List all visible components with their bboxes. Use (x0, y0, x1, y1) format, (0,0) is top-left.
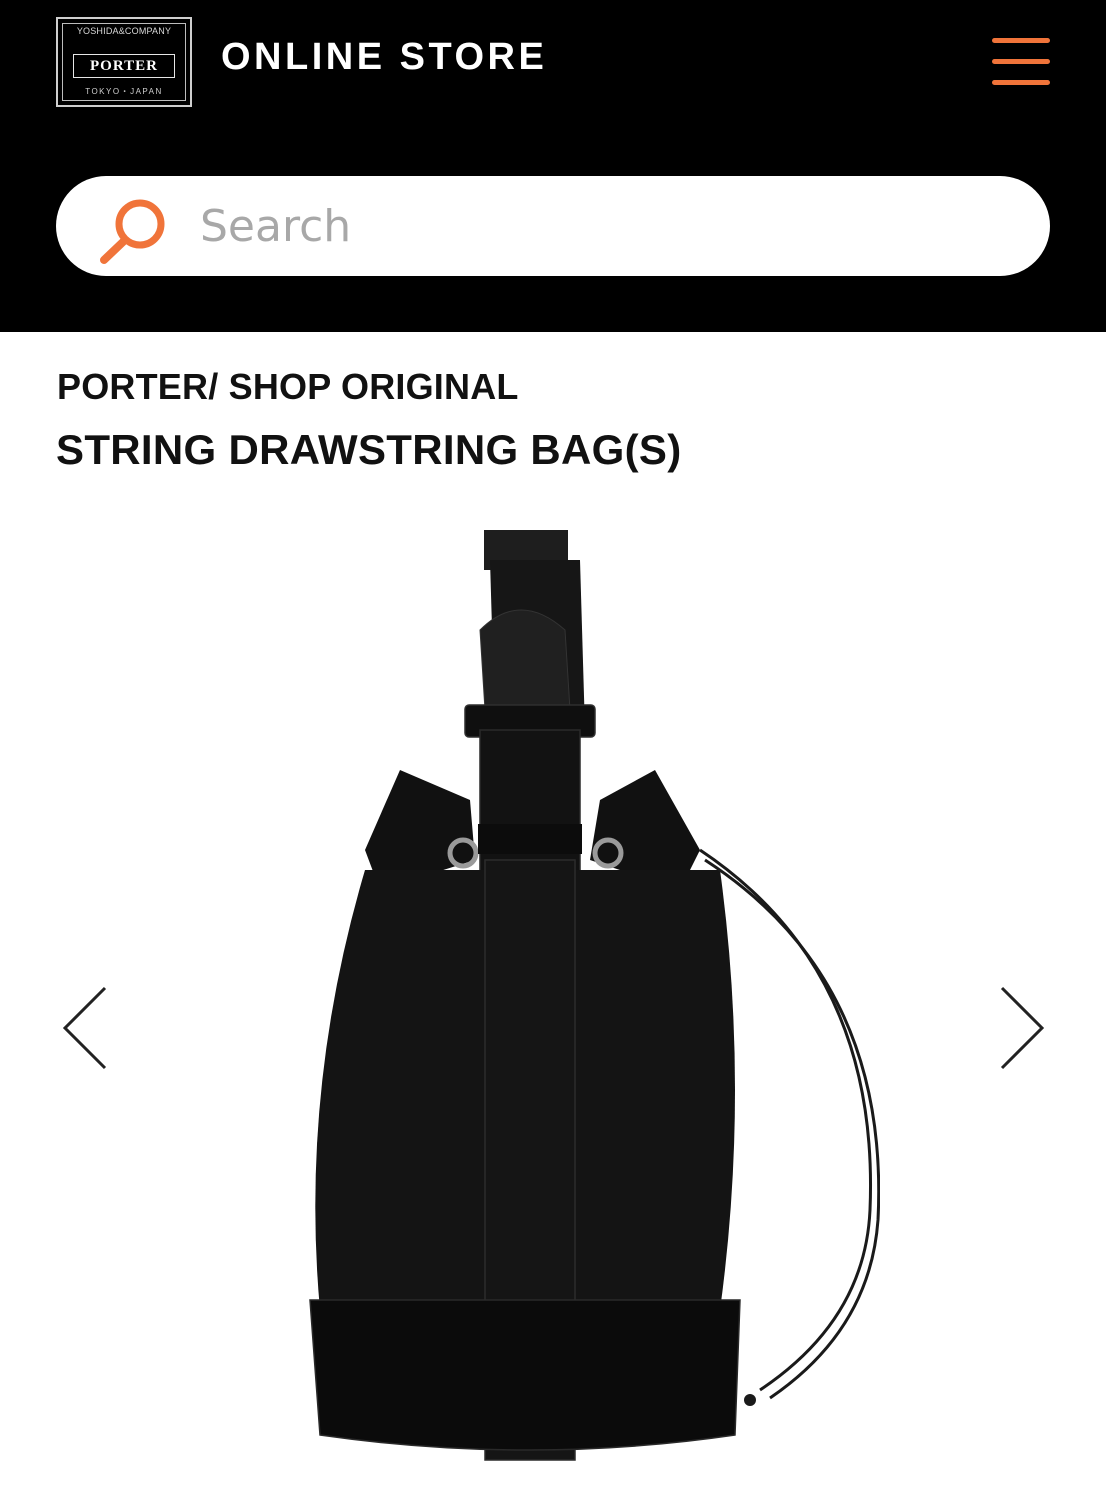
menu-bar (992, 38, 1050, 43)
menu-bar (992, 80, 1050, 85)
menu-bar (992, 59, 1050, 64)
site-header: YOSHIDA&COMPANY PORTER TOKYO・JAPAN ONLIN… (0, 0, 1106, 332)
product-name: STRING DRAWSTRING BAG(S) (56, 426, 682, 473)
porter-logo[interactable]: YOSHIDA&COMPANY PORTER TOKYO・JAPAN (56, 17, 192, 107)
product-brand-line: PORTER/ SHOP ORIGINAL (57, 366, 519, 407)
hamburger-menu-icon[interactable] (992, 36, 1050, 88)
logo-frame: YOSHIDA&COMPANY PORTER TOKYO・JAPAN (62, 23, 186, 101)
search-input[interactable] (200, 196, 1020, 256)
logo-brand-text: PORTER (73, 54, 175, 78)
product-image[interactable] (280, 530, 880, 1500)
chevron-left-icon[interactable] (55, 978, 115, 1078)
logo-location-text: TOKYO・JAPAN (85, 87, 163, 96)
chevron-right-icon[interactable] (992, 978, 1052, 1078)
search-icon[interactable] (96, 196, 170, 266)
logo-company-text: YOSHIDA&COMPANY (76, 26, 172, 36)
store-title: ONLINE STORE (221, 36, 548, 78)
